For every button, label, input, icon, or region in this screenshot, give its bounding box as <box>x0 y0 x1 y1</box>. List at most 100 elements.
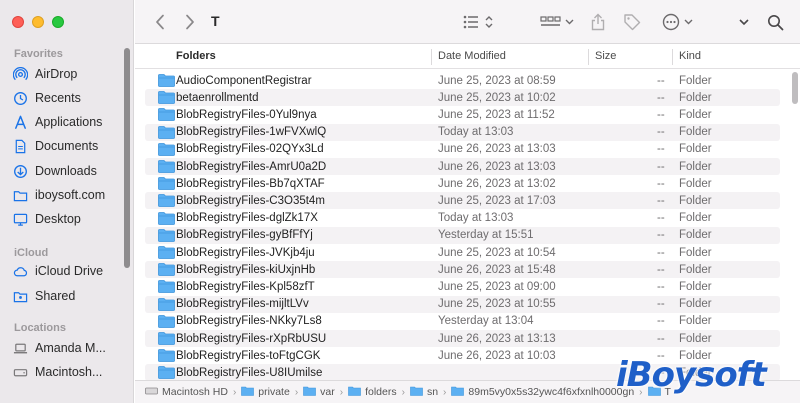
column-divider[interactable] <box>672 49 673 65</box>
path-segment[interactable]: folders <box>348 386 397 399</box>
table-row[interactable]: BlobRegistryFiles-Bb7qXTAF June 26, 2023 … <box>145 175 780 192</box>
file-date-modified: June 26, 2023 at 13:13 <box>438 332 556 345</box>
group-button[interactable] <box>540 12 576 32</box>
column-name-header[interactable]: Folders <box>176 50 216 62</box>
file-date-modified: June 26, 2023 at 13:03 <box>438 143 556 156</box>
minimize-window-button[interactable] <box>32 16 44 28</box>
sidebar-item-recents[interactable]: Recents <box>12 87 130 109</box>
column-date-header[interactable]: Date Modified <box>438 50 506 62</box>
view-list-button[interactable] <box>461 12 497 32</box>
path-segment-label: Macintosh HD <box>162 386 228 398</box>
path-segment[interactable]: 89m5vy0x5s32ywc4f6xfxnlh0000gn <box>451 386 634 399</box>
file-kind: Folder <box>679 298 712 311</box>
sidebar-item-desktop[interactable]: Desktop <box>12 208 130 230</box>
share-icon <box>591 13 605 31</box>
folder-icon <box>12 187 28 203</box>
file-name: betaenrollmentd <box>176 91 259 104</box>
sidebar-item-documents[interactable]: Documents <box>12 135 130 157</box>
file-date-modified: June 25, 2023 at 10:54 <box>438 246 556 259</box>
search-button[interactable] <box>766 12 784 32</box>
file-kind: Folder <box>679 143 712 156</box>
file-size: -- <box>657 212 665 225</box>
sidebar-item-icloud-drive[interactable]: iCloud Drive <box>12 260 130 282</box>
table-row[interactable]: betaenrollmentd June 25, 2023 at 10:02 -- F… <box>145 89 780 107</box>
more-actions-button[interactable] <box>662 12 696 32</box>
finder-window: Favorites AirDrop Recents Applications D… <box>0 0 800 403</box>
file-name: BlobRegistryFiles-kiUxjnHb <box>176 263 316 276</box>
sidebar-item-amanda[interactable]: Amanda M... <box>12 337 130 359</box>
column-divider[interactable] <box>588 49 589 65</box>
file-size: -- <box>657 246 665 259</box>
file-list-scrollbar[interactable] <box>792 72 798 104</box>
table-row[interactable]: BlobRegistryFiles-C3O35t4m June 25, 2023 … <box>145 192 780 210</box>
back-button[interactable] <box>153 12 167 32</box>
folder-icon <box>303 386 320 399</box>
table-row[interactable]: BlobRegistryFiles-dglZk17X Today at 13:03… <box>145 210 780 227</box>
expand-toolbar-button[interactable] <box>736 12 752 32</box>
file-kind: Folder <box>679 212 712 225</box>
sidebar-item-airdrop[interactable]: AirDrop <box>12 63 130 85</box>
sidebar-item-label: Desktop <box>35 212 81 226</box>
file-date-modified: June 25, 2023 at 08:59 <box>438 74 556 87</box>
file-date-modified: Yesterday at 15:51 <box>438 229 534 242</box>
column-size-header[interactable]: Size <box>595 50 616 62</box>
forward-button[interactable] <box>183 12 197 32</box>
file-name: BlobRegistryFiles-Bb7qXTAF <box>176 177 325 190</box>
table-row[interactable]: BlobRegistryFiles-JVKjb4ju June 25, 2023 … <box>145 244 780 261</box>
file-name: BlobRegistryFiles-mijltLVv <box>176 298 309 311</box>
table-row[interactable]: BlobRegistryFiles-Kpl58zfT June 25, 2023 … <box>145 278 780 295</box>
share-button[interactable] <box>590 12 606 32</box>
file-date-modified: June 26, 2023 at 15:48 <box>438 263 556 276</box>
folder-icon <box>451 386 468 399</box>
path-segment[interactable]: Macintosh HD <box>145 386 228 399</box>
sidebar-item-label: Macintosh... <box>35 365 103 379</box>
sidebar-item-iboysoft[interactable]: iboysoft.com <box>12 184 130 206</box>
zoom-window-button[interactable] <box>52 16 64 28</box>
chevron-down-icon <box>738 17 750 27</box>
sidebar-item-label: Documents <box>35 139 99 153</box>
sidebar-item-label: Recents <box>35 91 81 105</box>
cloud-icon <box>12 263 28 279</box>
table-row[interactable]: BlobRegistryFiles-rXpRbUSU June 26, 2023 … <box>145 330 780 347</box>
file-name: BlobRegistryFiles-C3O35t4m <box>176 194 325 207</box>
file-size: -- <box>657 143 665 156</box>
sidebar-item-macintosh[interactable]: Macintosh... <box>12 361 130 383</box>
close-window-button[interactable] <box>12 16 24 28</box>
file-name: BlobRegistryFiles-dglZk17X <box>176 212 318 225</box>
table-row[interactable]: BlobRegistryFiles-1wFVXwlQ Today at 13:03… <box>145 123 780 141</box>
path-segment[interactable]: sn <box>410 386 438 399</box>
file-size: -- <box>657 298 665 311</box>
sidebar-item-downloads[interactable]: Downloads <box>12 160 130 182</box>
table-row[interactable]: BlobRegistryFiles-kiUxjnHb June 26, 2023 … <box>145 261 780 279</box>
table-row[interactable]: BlobRegistryFiles-0Yul9nya June 25, 2023 … <box>145 106 780 123</box>
sidebar-item-applications[interactable]: Applications <box>12 111 130 133</box>
file-size: -- <box>657 263 665 276</box>
table-row[interactable]: BlobRegistryFiles-gyBfFfYj Yesterday at 1… <box>145 226 780 244</box>
table-row[interactable]: BlobRegistryFiles-AmrU0a2D June 26, 2023 … <box>145 158 780 175</box>
sidebar-section-favorites: Favorites <box>14 48 63 60</box>
column-divider[interactable] <box>431 49 432 65</box>
file-size: -- <box>657 74 665 87</box>
tag-icon <box>623 13 641 31</box>
tag-button[interactable] <box>622 12 642 32</box>
table-row[interactable]: BlobRegistryFiles-NKky7Ls8 Yesterday at 1… <box>145 313 780 330</box>
table-row[interactable]: BlobRegistryFiles-mijltLVv June 25, 2023 … <box>145 295 780 313</box>
file-list: AudioComponentRegistrar June 25, 2023 at … <box>135 72 800 380</box>
column-kind-header[interactable]: Kind <box>679 50 701 62</box>
sidebar-section-icloud: iCloud <box>14 247 49 259</box>
chevron-right-icon: › <box>294 386 299 398</box>
column-header: Folders Date Modified Size Kind <box>135 45 800 69</box>
file-date-modified: June 25, 2023 at 09:00 <box>438 280 556 293</box>
path-segment[interactable]: private <box>241 386 290 399</box>
folder-icon <box>410 386 427 399</box>
file-name: BlobRegistryFiles-02QYx3Ld <box>176 143 324 156</box>
sidebar-scrollbar[interactable] <box>124 48 130 268</box>
table-row[interactable]: AudioComponentRegistrar June 25, 2023 at … <box>145 72 780 89</box>
file-kind: Folder <box>679 74 712 87</box>
file-date-modified: June 26, 2023 at 10:03 <box>438 349 556 362</box>
file-date-modified: June 25, 2023 at 11:52 <box>438 108 555 121</box>
path-segment[interactable]: var <box>303 386 335 399</box>
table-row[interactable]: BlobRegistryFiles-02QYx3Ld June 26, 2023 … <box>145 141 780 158</box>
sidebar-item-shared[interactable]: Shared <box>12 285 130 307</box>
ellipsis-circle-icon <box>662 13 696 31</box>
